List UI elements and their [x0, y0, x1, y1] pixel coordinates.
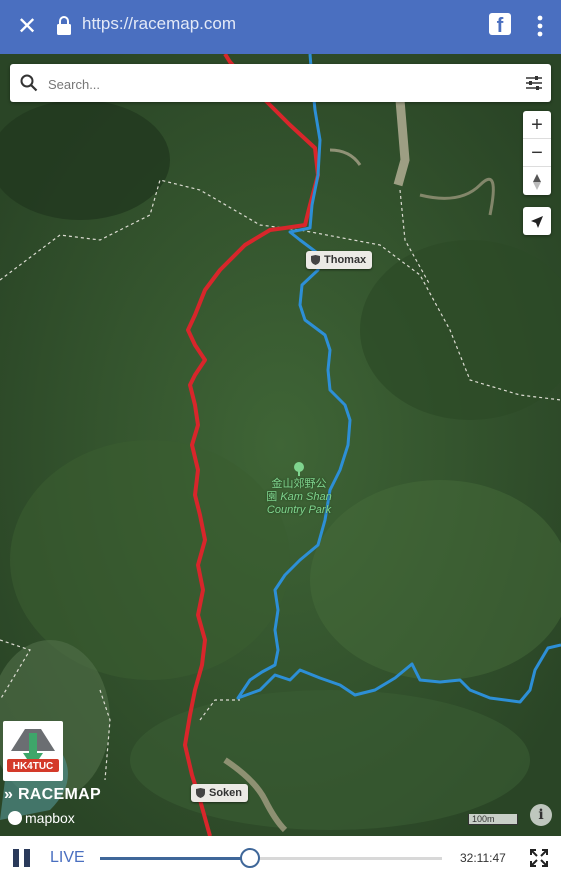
zoom-out-button[interactable]: −: [523, 139, 551, 167]
pause-icon[interactable]: [13, 849, 33, 867]
zoom-controls: + −: [523, 111, 551, 195]
park-name-zh-line2: 園: [266, 491, 278, 503]
runner-name: Thomax: [324, 254, 367, 266]
shield-icon: [311, 255, 320, 265]
locate-control: [523, 207, 551, 235]
road: [393, 99, 410, 187]
map-canvas[interactable]: [0, 54, 561, 836]
park-tree-icon: [294, 462, 304, 476]
elapsed-time: 32:11:47: [460, 851, 506, 865]
lock-icon: [57, 16, 71, 35]
info-icon[interactable]: i: [530, 804, 552, 826]
mapbox-logo-icon: [8, 811, 22, 825]
playback-bar: LIVE 32:11:47: [0, 836, 561, 880]
locate-arrow-icon: [531, 215, 543, 228]
racemap-brand[interactable]: » RACEMAP: [4, 786, 101, 804]
racemap-chevrons-icon: »: [4, 786, 14, 803]
compass-button[interactable]: [523, 167, 551, 195]
more-vertical-icon[interactable]: [532, 12, 548, 40]
mapbox-attribution[interactable]: mapbox: [8, 810, 75, 826]
shield-icon: [196, 788, 205, 798]
map-svg: [0, 54, 561, 836]
park-name-en-line1: Kam Shan: [280, 491, 332, 503]
zoom-in-button[interactable]: +: [523, 111, 551, 139]
facebook-icon[interactable]: f: [489, 13, 511, 35]
map-scale: 100m: [468, 814, 518, 825]
runner-marker[interactable]: Thomax: [306, 251, 373, 269]
park-label: 金山郊野公 園 Kam Shan Country Park: [254, 462, 344, 517]
live-indicator[interactable]: LIVE: [50, 849, 85, 867]
locate-button[interactable]: [523, 207, 551, 235]
event-logo-text: HK4TUC: [13, 761, 54, 772]
mapbox-label: mapbox: [25, 810, 75, 826]
park-name-en-line2: Country Park: [266, 504, 332, 516]
timeline-progress: [100, 857, 251, 860]
search-bar: [10, 64, 551, 102]
event-logo-graphic: HK4TUC: [7, 729, 59, 772]
filter-sliders-icon[interactable]: [525, 75, 543, 91]
search-input[interactable]: [46, 71, 510, 97]
fullscreen-icon[interactable]: [530, 849, 548, 867]
event-logo: HK4TUC: [3, 721, 63, 781]
close-icon[interactable]: ✕: [12, 12, 42, 42]
url-bar[interactable]: https://racemap.com: [82, 14, 236, 34]
runner-name: Soken: [209, 787, 243, 799]
terrain-highlight: [310, 480, 561, 680]
runner-marker[interactable]: Soken: [191, 784, 249, 802]
browser-toolbar: ✕ https://racemap.com f: [0, 0, 561, 54]
search-icon: [20, 74, 38, 92]
racemap-label: RACEMAP: [17, 786, 101, 803]
compass-icon: [533, 173, 541, 190]
timeline-track[interactable]: [100, 857, 442, 860]
timeline-slider-handle[interactable]: [240, 848, 261, 868]
park-name-zh-line1: 金山郊野公: [271, 478, 327, 490]
